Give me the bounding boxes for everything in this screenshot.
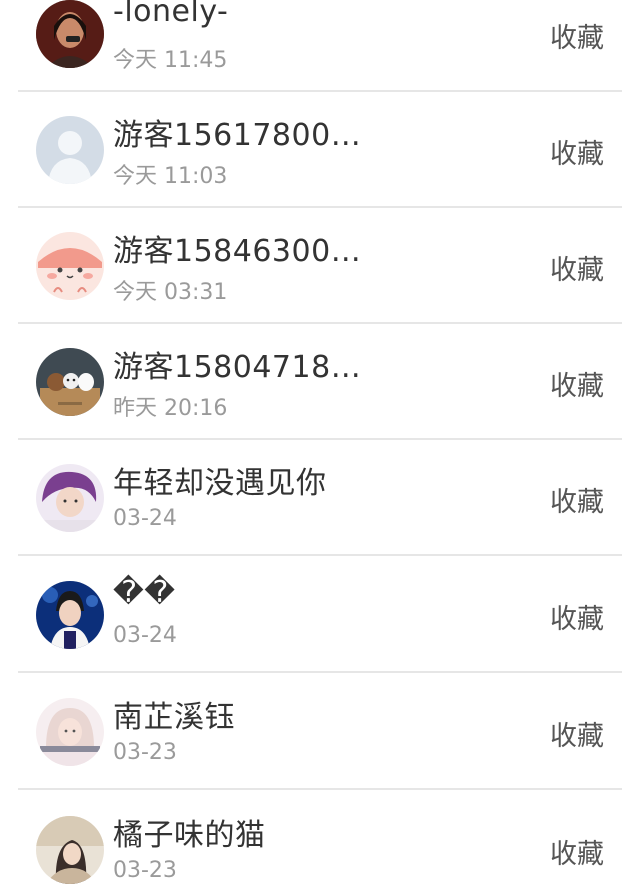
timestamp: 03-24 — [113, 506, 177, 531]
list-item[interactable]: 橘子味的猫 03-23 收藏 — [0, 792, 640, 895]
timestamp: 今天 03:31 — [113, 280, 228, 305]
list-item[interactable]: �� 03-24 收藏 — [0, 557, 640, 673]
timestamp: 03-24 — [113, 623, 177, 648]
timestamp: 今天 11:03 — [113, 164, 228, 189]
list-item[interactable]: 年轻却没遇见你 03-24 收藏 — [0, 440, 640, 556]
list-item[interactable]: 南芷溪钰 03-23 收藏 — [0, 674, 640, 790]
avatar-dark-portrait-icon — [36, 0, 104, 68]
list-item[interactable]: 游客15617800… 今天 11:03 收藏 — [0, 92, 640, 208]
user-name: -lonely- — [113, 0, 229, 29]
collect-button[interactable]: 收藏 — [550, 714, 604, 753]
user-name: 年轻却没遇见你 — [113, 466, 327, 501]
avatar[interactable] — [36, 698, 104, 766]
user-name: 南芷溪钰 — [113, 700, 235, 735]
pastel-girl-icon — [36, 698, 104, 766]
soft-portrait-icon — [36, 816, 104, 884]
collect-button[interactable]: 收藏 — [550, 16, 604, 55]
pink-cartoon-face-icon — [36, 232, 104, 300]
collect-button[interactable]: 收藏 — [550, 597, 604, 636]
purple-portrait-icon — [36, 464, 104, 532]
timestamp: 今天 11:45 — [113, 48, 228, 73]
timestamp: 03-23 — [113, 740, 177, 765]
user-name: 游客15617800… — [113, 118, 362, 153]
default-person-icon — [36, 116, 104, 184]
divider — [18, 788, 622, 790]
divider — [18, 554, 622, 556]
list-item[interactable]: 游客15804718… 昨天 20:16 收藏 — [0, 324, 640, 440]
avatar[interactable] — [36, 348, 104, 416]
collect-button[interactable]: 收藏 — [550, 364, 604, 403]
avatar[interactable] — [36, 116, 104, 184]
avatar[interactable] — [36, 816, 104, 884]
collect-button[interactable]: 收藏 — [550, 248, 604, 287]
collect-button[interactable]: 收藏 — [550, 832, 604, 871]
list-item[interactable]: -lonely- 今天 11:45 收藏 — [0, 0, 640, 92]
timestamp: 昨天 20:16 — [113, 396, 228, 421]
avatar[interactable] — [36, 0, 104, 68]
collect-button[interactable]: 收藏 — [550, 132, 604, 171]
divider — [18, 671, 622, 673]
avatar[interactable] — [36, 232, 104, 300]
blue-stage-portrait-icon — [36, 581, 104, 649]
user-name: 游客15804718… — [113, 350, 362, 385]
user-list: -lonely- 今天 11:45 收藏 游客15617800… 今天 11:0… — [0, 0, 640, 895]
timestamp: 03-23 — [113, 858, 177, 883]
user-name: 橘子味的猫 — [113, 818, 266, 853]
collect-button[interactable]: 收藏 — [550, 480, 604, 519]
avatar[interactable] — [36, 581, 104, 649]
user-name: 游客15846300… — [113, 234, 362, 269]
avatar[interactable] — [36, 464, 104, 532]
bears-cartoon-icon — [36, 348, 104, 416]
list-item[interactable]: 游客15846300… 今天 03:31 收藏 — [0, 208, 640, 324]
user-name: �� — [113, 575, 176, 610]
